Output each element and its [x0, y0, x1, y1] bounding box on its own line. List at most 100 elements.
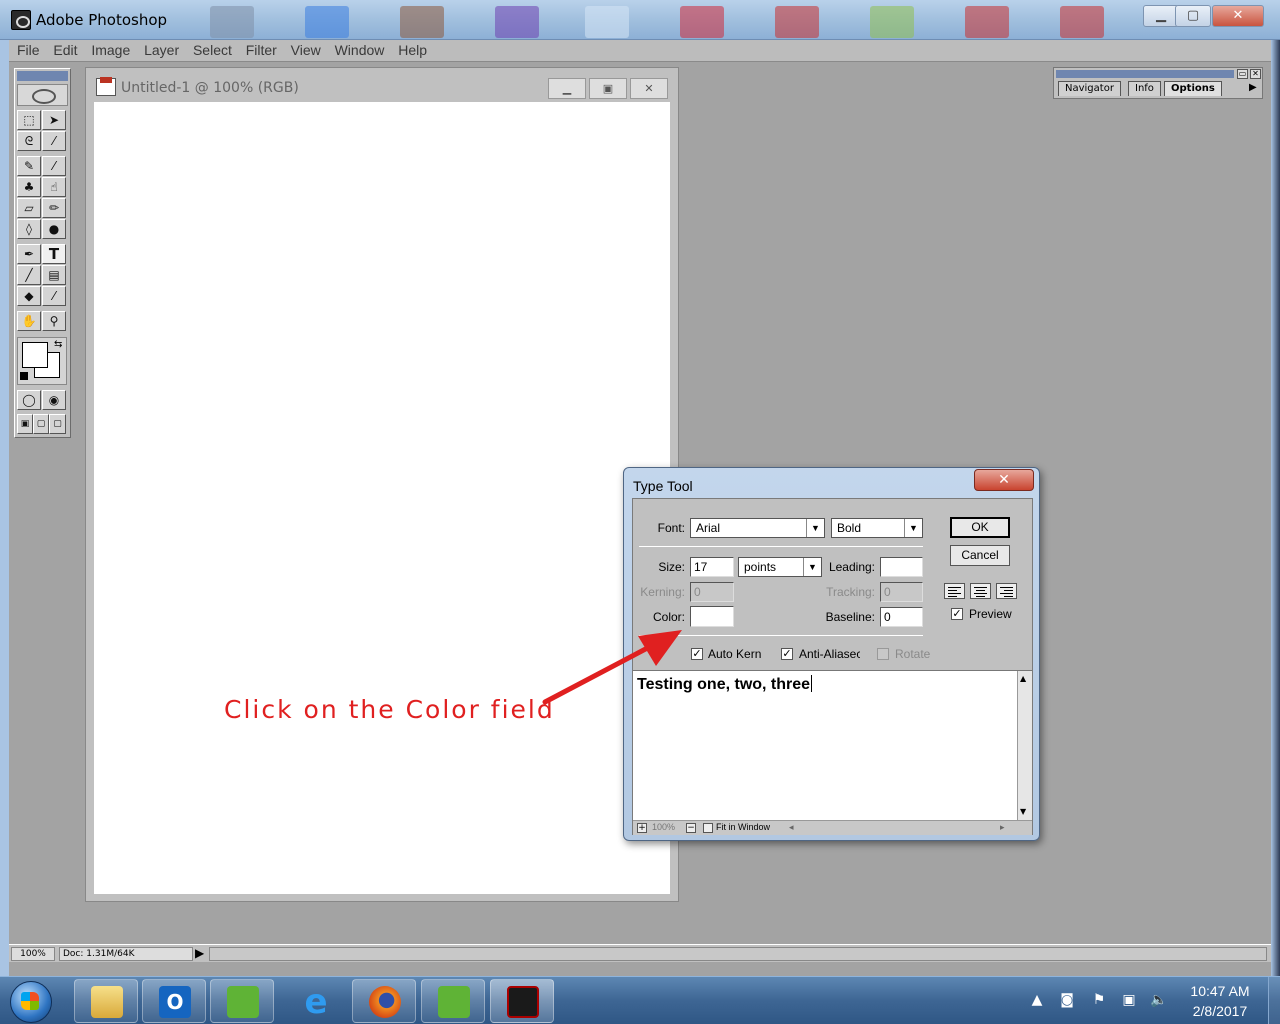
hand-tool-icon[interactable]: ✋ — [17, 311, 41, 331]
full-screen-icon[interactable]: ▢ — [49, 414, 66, 434]
tab-info[interactable]: Info — [1128, 81, 1161, 96]
color-swatches: ⇆ — [17, 337, 67, 385]
paintbrush-tool-icon[interactable]: ⁄ — [42, 156, 66, 176]
style-dropdown[interactable]: Bold ▼ — [831, 518, 923, 538]
zoom-tool-icon[interactable]: ⚲ — [42, 311, 66, 331]
anti-aliased-label: Anti-Aliasec — [799, 647, 860, 661]
rubber-stamp-tool-icon[interactable]: ♣ — [17, 177, 41, 197]
menu-window[interactable]: Window — [330, 40, 390, 58]
volume-icon[interactable]: 🔈 — [1150, 991, 1168, 1009]
auto-kern-checkbox[interactable]: ✓ — [691, 648, 703, 660]
units-dropdown[interactable]: points ▼ — [738, 557, 822, 577]
outlook-taskbar-button[interactable]: O — [142, 979, 206, 1023]
text-vertical-scrollbar[interactable]: ▲ ▼ — [1017, 671, 1032, 821]
paint-bucket-tool-icon[interactable]: ◆ — [17, 286, 41, 306]
clock-time[interactable]: 10:47 AM — [1180, 983, 1260, 999]
ok-button[interactable]: OK — [950, 517, 1010, 538]
menu-file[interactable]: File — [9, 40, 45, 58]
firefox-taskbar-button[interactable] — [352, 979, 416, 1023]
eraser-tool-icon[interactable]: ▱ — [17, 198, 41, 218]
action-center-flag-icon[interactable]: ⚑ — [1090, 991, 1108, 1009]
align-right-icon[interactable] — [996, 583, 1017, 599]
doc-restore-button[interactable]: ▣ — [589, 78, 627, 99]
standard-mode-icon[interactable]: ◯ — [17, 390, 41, 410]
status-menu-arrow-icon[interactable]: ▶ — [195, 946, 204, 960]
show-hidden-icons-icon[interactable]: ▲ — [1028, 991, 1046, 1009]
color-field[interactable] — [690, 606, 734, 627]
green-app-2-taskbar-button[interactable] — [421, 979, 485, 1023]
internet-explorer-taskbar-button[interactable]: e — [283, 979, 347, 1023]
magic-wand-tool-icon[interactable]: ⁄ — [42, 131, 66, 151]
line-tool-icon[interactable]: ╱ — [17, 265, 41, 285]
maximize-button[interactable]: ▢ — [1175, 5, 1211, 27]
full-screen-menu-icon[interactable]: ▢ — [33, 414, 49, 434]
anti-aliased-checkbox[interactable]: ✓ — [781, 648, 793, 660]
zoom-level[interactable]: 100% — [11, 947, 55, 961]
palette-collapse-button[interactable]: ▭ — [1237, 69, 1248, 79]
zoom-out-icon[interactable]: − — [686, 823, 696, 833]
network-icon[interactable]: ▣ — [1120, 991, 1138, 1009]
clock-date[interactable]: 2/8/2017 — [1180, 1003, 1260, 1019]
tab-options[interactable]: Options — [1164, 81, 1222, 96]
security-icon[interactable]: ◙ — [1058, 991, 1076, 1009]
photoshop-taskbar-button[interactable] — [490, 979, 554, 1023]
menu-image[interactable]: Image — [86, 40, 135, 58]
file-explorer-taskbar-button[interactable] — [74, 979, 138, 1023]
start-button[interactable] — [4, 978, 56, 1024]
close-button[interactable]: ✕ — [1212, 5, 1264, 27]
text-entry-area[interactable]: Testing one, two, three ▲ ▼ — [633, 670, 1032, 821]
minimize-button[interactable]: ▁ — [1143, 5, 1179, 27]
scroll-left-icon[interactable]: ◂ — [789, 822, 794, 833]
palette-close-button[interactable]: ✕ — [1250, 69, 1261, 79]
foreground-color-swatch[interactable] — [22, 342, 48, 368]
scroll-down-icon[interactable]: ▼ — [1020, 807, 1026, 816]
standard-screen-icon[interactable]: ▣ — [17, 414, 33, 434]
menu-view[interactable]: View — [286, 40, 326, 58]
move-tool-icon[interactable]: ➤ — [42, 110, 66, 130]
zoom-in-icon[interactable]: + — [637, 823, 647, 833]
scroll-right-icon[interactable]: ▸ — [1000, 822, 1005, 833]
show-desktop-button[interactable] — [1268, 977, 1280, 1024]
quick-mask-mode-icon[interactable]: ◉ — [42, 390, 66, 410]
preview-checkbox[interactable]: ✓ — [951, 608, 963, 620]
lasso-tool-icon[interactable]: ᘓ — [17, 131, 41, 151]
doc-close-button[interactable]: ✕ — [630, 78, 668, 99]
swap-colors-icon[interactable]: ⇆ — [54, 339, 62, 350]
document-canvas[interactable] — [94, 102, 670, 894]
menu-filter[interactable]: Filter — [241, 40, 282, 58]
marquee-tool-icon[interactable]: ⬚ — [17, 110, 41, 130]
airbrush-tool-icon[interactable]: ✎ — [17, 156, 41, 176]
doc-minimize-button[interactable]: ▁ — [548, 78, 586, 99]
default-colors-icon[interactable] — [20, 372, 28, 380]
size-field[interactable]: 17 — [690, 557, 734, 577]
menu-layer[interactable]: Layer — [139, 40, 184, 58]
align-left-icon[interactable] — [944, 583, 965, 599]
menu-help[interactable]: Help — [393, 40, 432, 58]
pencil-tool-icon[interactable]: ✏ — [42, 198, 66, 218]
eye-icon[interactable] — [17, 84, 68, 106]
dialog-close-button[interactable]: ✕ — [974, 469, 1034, 491]
smudge-tool-icon[interactable]: ☝ — [42, 177, 66, 197]
cancel-button[interactable]: Cancel — [950, 545, 1010, 566]
align-center-icon[interactable] — [970, 583, 991, 599]
font-dropdown[interactable]: Arial ▼ — [690, 518, 825, 538]
tab-navigator[interactable]: Navigator — [1058, 81, 1121, 96]
toolbox-title-grip[interactable] — [17, 71, 68, 81]
menu-edit[interactable]: Edit — [48, 40, 82, 58]
background-thumbnail — [1060, 6, 1104, 38]
eyedropper-tool-icon[interactable]: ⁄ — [42, 286, 66, 306]
green-app-taskbar-button[interactable] — [210, 979, 274, 1023]
menu-select[interactable]: Select — [188, 40, 237, 58]
fit-in-window-checkbox[interactable] — [703, 823, 713, 833]
baseline-field[interactable]: 0 — [880, 607, 923, 627]
leading-field[interactable] — [880, 557, 923, 577]
scroll-up-icon[interactable]: ▲ — [1020, 674, 1026, 683]
pen-tool-icon[interactable]: ✒ — [17, 244, 41, 264]
dodge-tool-icon[interactable]: ● — [42, 219, 66, 239]
baseline-label: Baseline: — [825, 610, 875, 624]
palette-title-grip[interactable] — [1056, 70, 1234, 78]
palette-menu-arrow-icon[interactable]: ▶ — [1249, 82, 1257, 93]
type-tool-icon[interactable]: T — [42, 244, 66, 264]
gradient-tool-icon[interactable]: ▤ — [42, 265, 66, 285]
blur-tool-icon[interactable]: ◊ — [17, 219, 41, 239]
